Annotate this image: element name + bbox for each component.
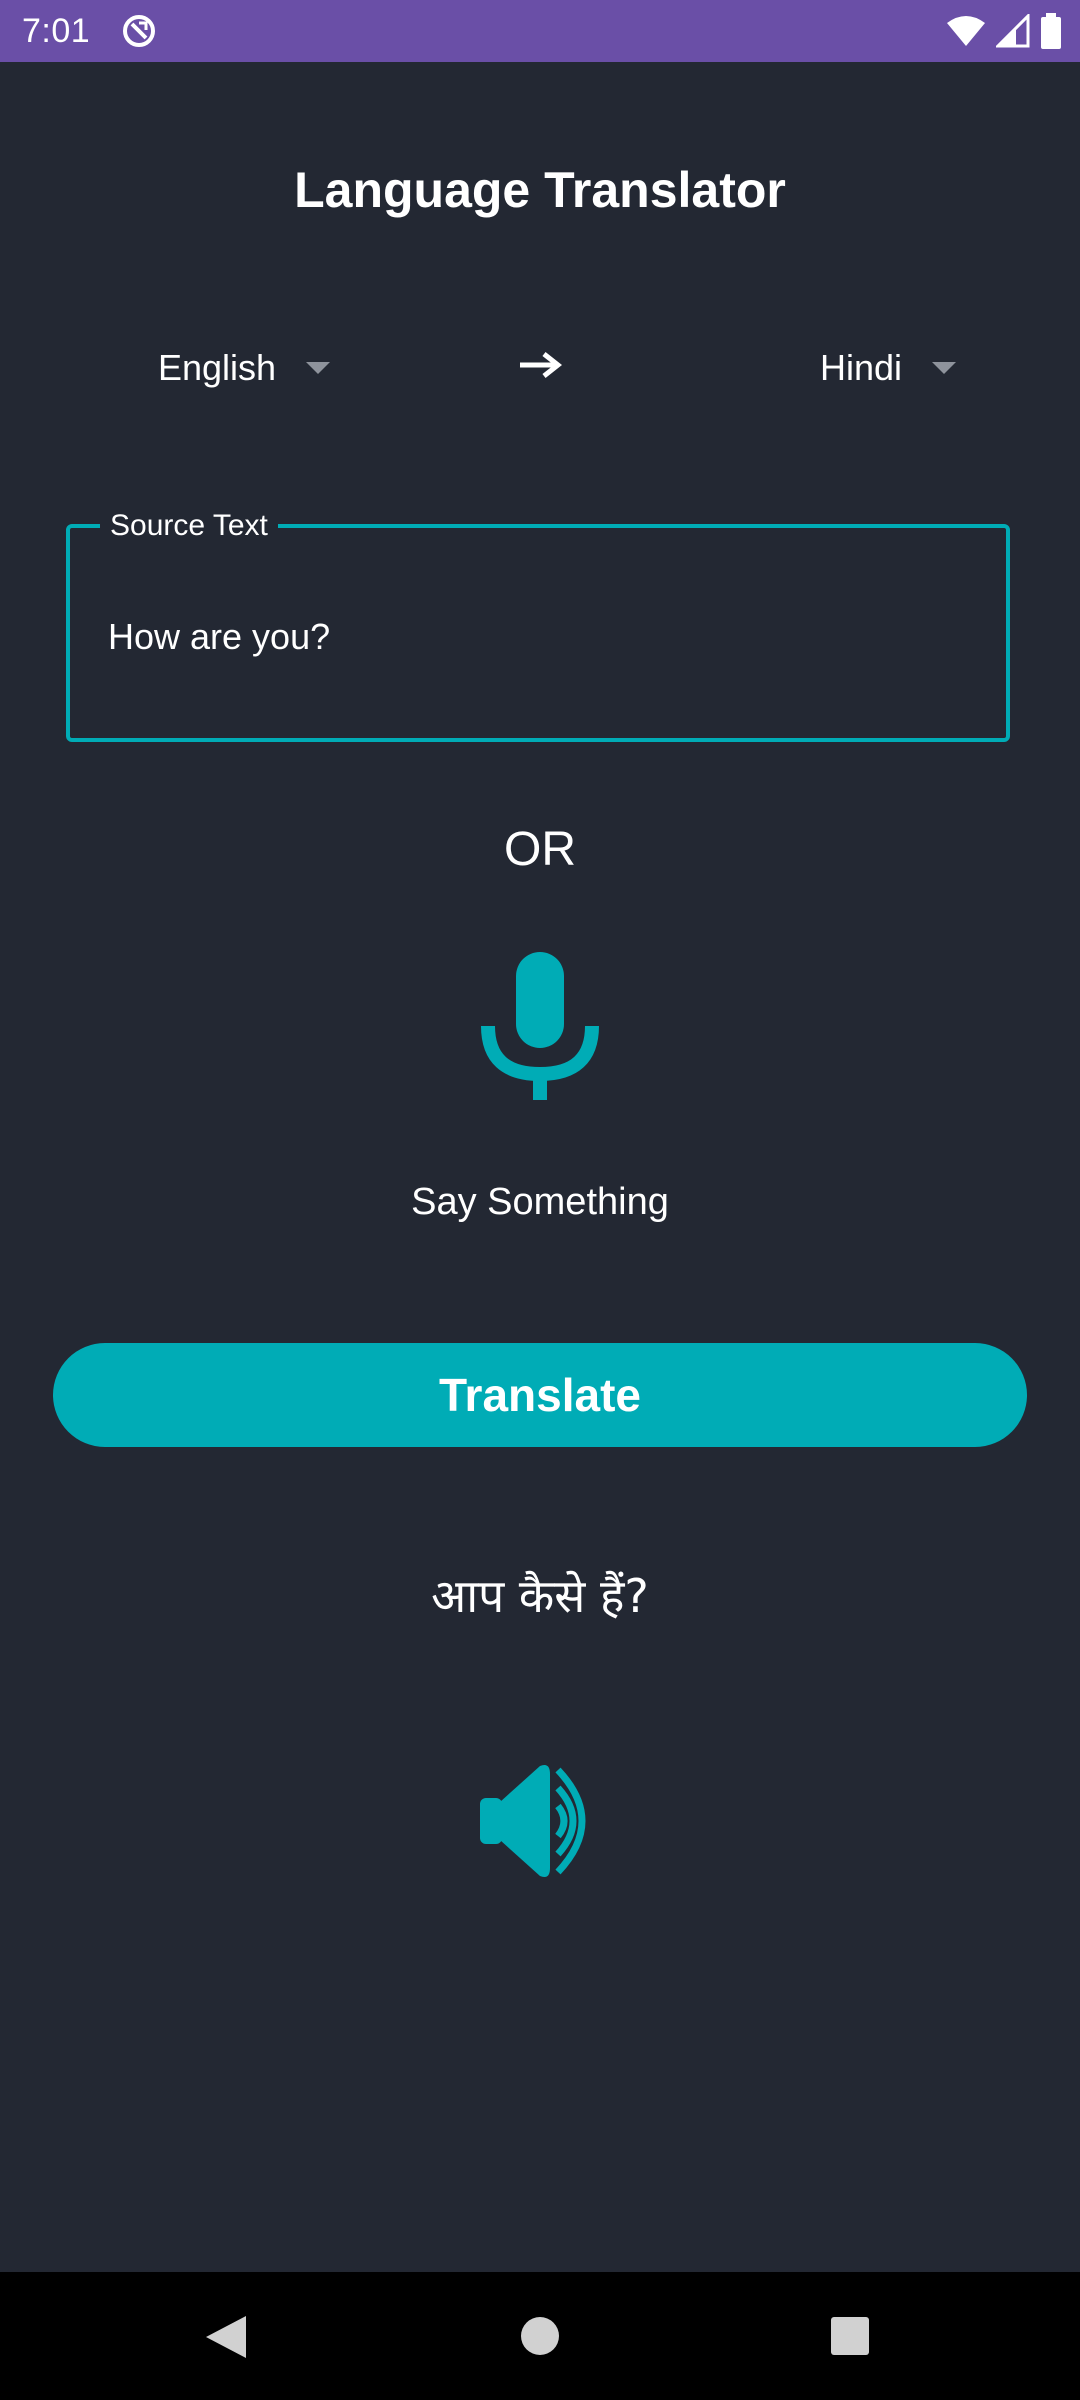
recents-icon[interactable]	[830, 2316, 870, 2356]
source-text-input[interactable]	[108, 614, 968, 660]
speaker-icon[interactable]	[478, 1762, 602, 1880]
home-icon[interactable]	[520, 2316, 560, 2356]
sync-off-icon	[123, 15, 155, 47]
cell-signal-icon	[996, 14, 1030, 48]
source-language-label: English	[158, 347, 277, 388]
status-icons	[946, 12, 1062, 50]
microphone-icon[interactable]	[480, 948, 600, 1100]
chevron-down-icon	[306, 362, 331, 374]
or-divider-label: OR	[504, 823, 576, 876]
chevron-down-icon	[932, 362, 957, 374]
back-icon[interactable]	[204, 2314, 248, 2360]
target-language-label: Hindi	[820, 347, 903, 388]
battery-icon	[1041, 13, 1061, 49]
source-text-field[interactable]: Source Text	[66, 506, 1010, 742]
voice-input-prompt: Say Something	[411, 1181, 669, 1223]
status-time: 7:01	[22, 12, 91, 50]
translated-text: आप कैसे हैं?	[431, 1569, 649, 1623]
source-language-dropdown[interactable]: English	[158, 340, 331, 396]
target-language-dropdown[interactable]: Hindi	[820, 340, 957, 396]
status-bar: 7:01	[0, 0, 1080, 62]
navigation-bar	[0, 2272, 1080, 2400]
wifi-icon	[947, 16, 985, 46]
translate-button[interactable]: Translate	[53, 1343, 1027, 1447]
arrow-right-icon	[520, 352, 562, 378]
source-text-label: Source Text	[100, 506, 278, 546]
page-title: Language Translator	[294, 162, 786, 218]
